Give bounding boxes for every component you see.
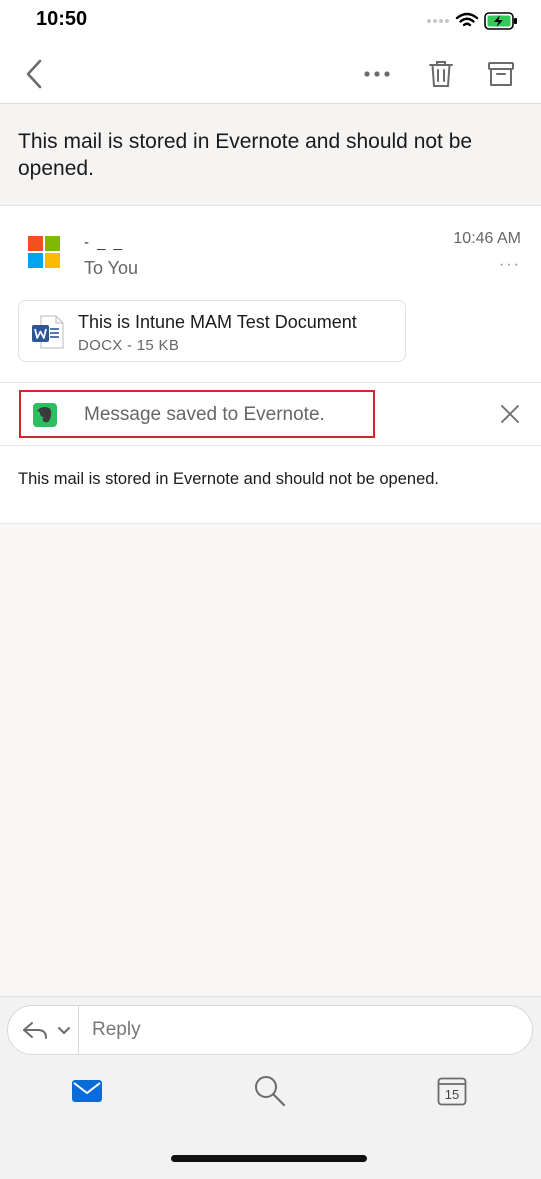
email-subject: This mail is stored in Evernote and shou…	[18, 130, 473, 180]
tab-search[interactable]	[250, 1071, 290, 1111]
banner-close-button[interactable]	[499, 403, 521, 425]
chevron-down-icon	[58, 1027, 70, 1034]
evernote-banner: Message saved to Evernote.	[0, 382, 541, 446]
search-icon	[255, 1076, 286, 1107]
cellular-signal-icon	[427, 19, 449, 23]
reply-input[interactable]: Reply	[92, 1019, 141, 1041]
delete-button[interactable]	[421, 54, 461, 94]
message-time: 10:46 AM	[453, 230, 521, 247]
highlight-box: Message saved to Evernote.	[19, 390, 375, 438]
reply-divider	[78, 1006, 79, 1054]
attachment-meta: DOCX - 15 KB	[78, 337, 180, 354]
archive-icon	[488, 62, 514, 86]
sender-avatar[interactable]	[28, 236, 60, 268]
reply-options-button[interactable]	[20, 1018, 80, 1044]
message-body: This mail is stored in Evernote and shou…	[18, 470, 440, 488]
calendar-day: 15	[444, 1087, 460, 1102]
logo-green-square	[45, 236, 60, 251]
battery-charging-icon	[484, 12, 517, 30]
attachment-card[interactable]: This is Intune MAM Test Document DOCX - …	[18, 300, 406, 362]
tab-calendar[interactable]: 15	[432, 1071, 472, 1111]
archive-button[interactable]	[481, 54, 521, 94]
evernote-banner-text: Message saved to Evernote.	[84, 404, 325, 425]
nav-bar	[0, 44, 541, 104]
wifi-icon	[455, 12, 479, 27]
mail-icon	[72, 1080, 102, 1102]
word-document-icon	[32, 315, 64, 349]
chevron-left-icon	[26, 59, 42, 89]
attachment-name: This is Intune MAM Test Document	[78, 312, 357, 332]
bottom-bar: Reply 15	[0, 996, 541, 1179]
status-bar: 10:50	[0, 0, 541, 44]
tab-mail[interactable]	[67, 1071, 107, 1111]
reply-icon	[23, 1022, 70, 1039]
logo-yellow-square	[45, 253, 60, 268]
subject-header: This mail is stored in Evernote and shou…	[0, 104, 541, 206]
sender-name[interactable]: - _ _	[84, 234, 124, 251]
close-icon	[501, 405, 519, 423]
logo-blue-square	[28, 253, 43, 268]
recipient-label[interactable]: To You	[84, 258, 138, 279]
more-options-button[interactable]	[357, 54, 397, 94]
trash-icon	[429, 61, 453, 87]
status-time: 10:50	[36, 8, 88, 30]
home-indicator	[171, 1155, 367, 1162]
status-icons	[423, 10, 519, 32]
back-button[interactable]	[14, 54, 54, 94]
evernote-icon	[33, 403, 57, 427]
message-more-button[interactable]: ···	[499, 256, 521, 274]
more-horizontal-icon	[364, 71, 390, 77]
message-card: - _ _ To You 10:46 AM ··· This is Intune…	[0, 206, 541, 524]
logo-red-square	[28, 236, 43, 251]
calendar-icon: 15	[437, 1076, 467, 1106]
reply-box[interactable]: Reply	[7, 1005, 533, 1055]
